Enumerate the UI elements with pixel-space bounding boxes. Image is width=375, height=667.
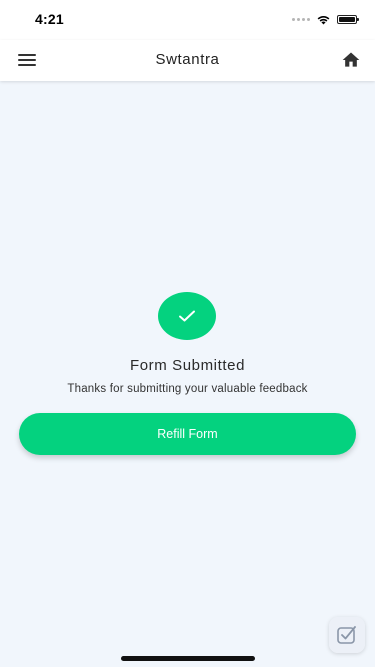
app-header: Swtantra <box>0 40 375 81</box>
page-title: Form Submitted <box>129 357 246 374</box>
status-icons <box>292 13 359 25</box>
signal-icon <box>292 17 310 21</box>
status-time: 4:21 <box>35 11 64 27</box>
home-icon <box>342 52 360 67</box>
floating-badge[interactable] <box>329 617 365 653</box>
checkmark-icon <box>179 310 195 322</box>
home-button[interactable] <box>341 50 361 70</box>
battery-icon <box>337 14 359 24</box>
wifi-icon <box>317 15 330 24</box>
page-subtitle: Thanks for submitting your valuable feed… <box>67 383 308 395</box>
status-bar: 4:21 <box>0 0 375 40</box>
checkmark-badge-icon <box>337 626 356 644</box>
success-check-circle <box>158 292 216 340</box>
refill-form-button[interactable]: Refill Form <box>19 413 356 455</box>
home-indicator <box>121 656 255 661</box>
header-title: Swtantra <box>155 51 220 68</box>
